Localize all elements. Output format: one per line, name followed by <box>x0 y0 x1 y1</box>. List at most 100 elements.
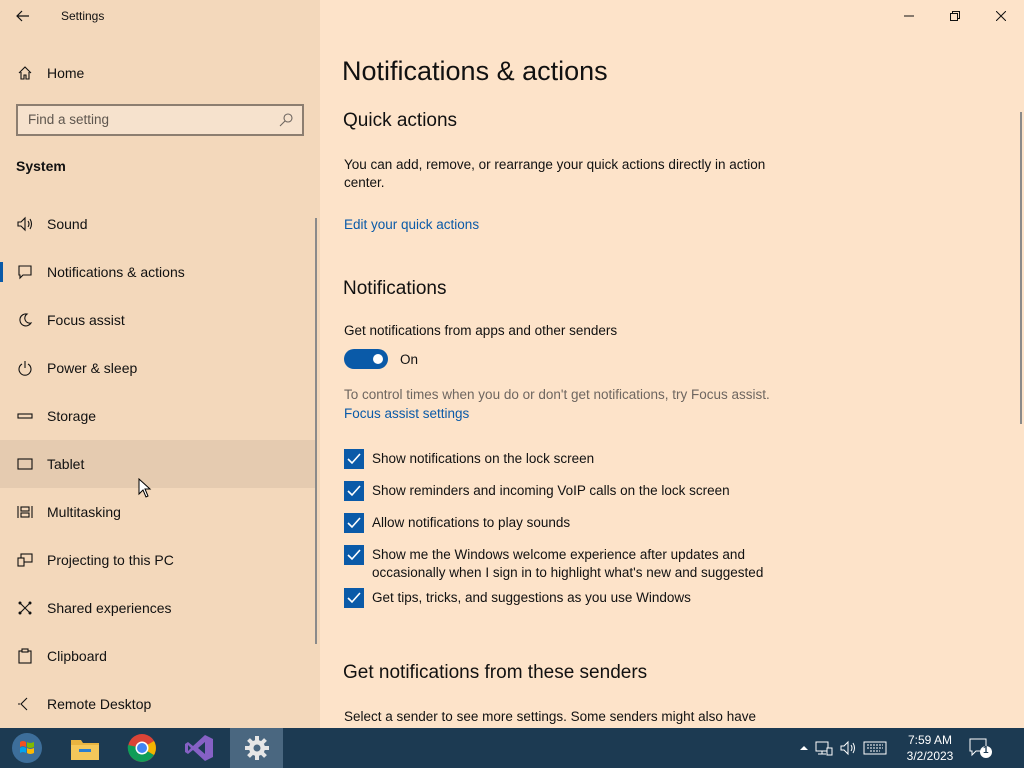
sidebar-item-label: Power & sleep <box>47 360 138 376</box>
sidebar-item-multitasking[interactable]: Multitasking <box>0 488 316 536</box>
mouse-cursor-icon <box>138 478 152 498</box>
close-button[interactable] <box>978 0 1024 32</box>
quick-actions-description: You can add, remove, or rearrange your q… <box>344 157 766 190</box>
content-scrollbar[interactable] <box>1020 112 1022 424</box>
checkbox-checked[interactable] <box>344 588 364 608</box>
search-input[interactable]: Find a setting <box>16 104 304 136</box>
main-content: Notifications & actions Quick actions Yo… <box>320 0 1024 728</box>
search-icon <box>278 112 294 128</box>
back-arrow-icon <box>16 10 29 22</box>
sidebar-item-label: Home <box>47 65 85 81</box>
keyboard-icon[interactable] <box>862 738 888 758</box>
sidebar-item-label: Focus assist <box>47 312 125 328</box>
storage-icon <box>15 406 35 426</box>
focus-assist-settings-link[interactable]: Focus assist settings <box>344 406 469 421</box>
close-icon <box>996 11 1006 21</box>
page-title: Notifications & actions <box>342 56 608 86</box>
checkbox-label: Allow notifications to play sounds <box>372 515 571 530</box>
checkbox-label: Show me the Windows welcome experience a… <box>372 547 764 580</box>
remote-desktop-icon <box>15 694 35 714</box>
senders-description: Select a sender to see more settings. So… <box>344 709 756 724</box>
sidebar-item-home[interactable]: Home <box>0 56 320 90</box>
settings-window: Settings Home Find a setting System Soun… <box>0 0 1024 728</box>
chrome-button[interactable] <box>117 728 167 768</box>
section-label: System <box>16 158 66 174</box>
sidebar-scrollbar[interactable] <box>315 218 317 644</box>
minimize-icon <box>904 15 914 17</box>
clipboard-icon <box>15 646 35 666</box>
sidebar: Settings Home Find a setting System Soun… <box>0 0 320 728</box>
checkmark-icon <box>347 592 361 604</box>
sidebar-nav: Sound Notifications & actions Focus assi… <box>0 200 316 728</box>
quick-actions-heading: Quick actions <box>343 110 458 131</box>
window-controls <box>886 0 1024 32</box>
checkbox-label: Show reminders and incoming VoIP calls o… <box>372 483 730 498</box>
power-icon <box>15 358 35 378</box>
checkmark-icon <box>347 453 361 465</box>
sidebar-item-notifications[interactable]: Notifications & actions <box>0 248 316 296</box>
moon-icon <box>15 310 35 330</box>
sidebar-item-sound[interactable]: Sound <box>0 200 316 248</box>
network-icon[interactable] <box>814 738 834 758</box>
search-placeholder: Find a setting <box>28 112 110 127</box>
notifications-toggle[interactable] <box>344 349 388 369</box>
chrome-icon <box>127 734 156 762</box>
clock-time: 7:59 AM <box>907 733 953 747</box>
action-center-icon[interactable]: 1 <box>966 736 996 760</box>
sidebar-item-power-sleep[interactable]: Power & sleep <box>0 344 316 392</box>
sidebar-item-label: Storage <box>47 408 97 424</box>
sidebar-item-label: Tablet <box>47 456 85 472</box>
active-indicator <box>0 262 3 282</box>
home-icon <box>15 63 35 83</box>
checkmark-icon <box>347 549 361 561</box>
sidebar-item-tablet[interactable]: Tablet <box>0 440 316 488</box>
checkbox-checked[interactable] <box>344 545 364 565</box>
sidebar-item-remote-desktop[interactable]: Remote Desktop <box>0 680 316 728</box>
checkmark-icon <box>347 485 361 497</box>
sidebar-item-label: Shared experiences <box>47 600 172 616</box>
checkbox-label: Show notifications on the lock screen <box>372 451 595 466</box>
settings-taskbar-button[interactable] <box>230 728 283 768</box>
start-button[interactable] <box>2 728 52 768</box>
sidebar-item-storage[interactable]: Storage <box>0 392 316 440</box>
restore-button[interactable] <box>932 0 978 32</box>
minimize-button[interactable] <box>886 0 932 32</box>
sidebar-item-projecting[interactable]: Projecting to this PC <box>0 536 316 584</box>
multitasking-icon <box>15 502 35 522</box>
sidebar-item-label: Projecting to this PC <box>47 552 174 568</box>
sidebar-item-label: Sound <box>47 216 88 232</box>
windows-start-icon <box>12 733 42 763</box>
title-bar: Settings <box>0 0 320 32</box>
taskbar: 7:59 AM 3/2/2023 1 <box>0 728 1024 768</box>
folder-icon <box>71 740 99 760</box>
checkbox-checked[interactable] <box>344 449 364 469</box>
toggle-knob <box>373 354 383 364</box>
notification-count-badge: 1 <box>983 745 989 756</box>
gear-icon <box>244 736 269 760</box>
checkbox-checked[interactable] <box>344 481 364 501</box>
projecting-icon <box>15 550 35 570</box>
sidebar-item-label: Notifications & actions <box>47 264 185 280</box>
notification-icon <box>15 262 35 282</box>
restore-icon <box>950 11 960 21</box>
clock-date: 3/2/2023 <box>906 749 954 763</box>
shared-icon <box>15 598 35 618</box>
visual-studio-button[interactable] <box>174 728 224 768</box>
chevron-up-icon[interactable] <box>794 738 814 758</box>
back-button[interactable] <box>10 4 36 28</box>
clock[interactable]: 7:59 AM 3/2/2023 <box>900 732 960 764</box>
notifications-heading: Notifications <box>343 278 447 299</box>
senders-heading: Get notifications from these senders <box>343 662 648 683</box>
checkbox-checked[interactable] <box>344 513 364 533</box>
sidebar-item-clipboard[interactable]: Clipboard <box>0 632 316 680</box>
system-tray: 7:59 AM 3/2/2023 1 <box>794 728 1024 768</box>
file-explorer-button[interactable] <box>60 728 110 768</box>
speaker-icon <box>15 214 35 234</box>
sidebar-item-focus-assist[interactable]: Focus assist <box>0 296 316 344</box>
edit-quick-actions-link[interactable]: Edit your quick actions <box>344 217 479 232</box>
sidebar-item-label: Remote Desktop <box>47 696 152 712</box>
focus-assist-text: To control times when you do or don't ge… <box>344 387 770 402</box>
sidebar-item-shared-experiences[interactable]: Shared experiences <box>0 584 316 632</box>
volume-icon[interactable] <box>838 738 858 758</box>
sidebar-item-label: Clipboard <box>47 648 107 664</box>
